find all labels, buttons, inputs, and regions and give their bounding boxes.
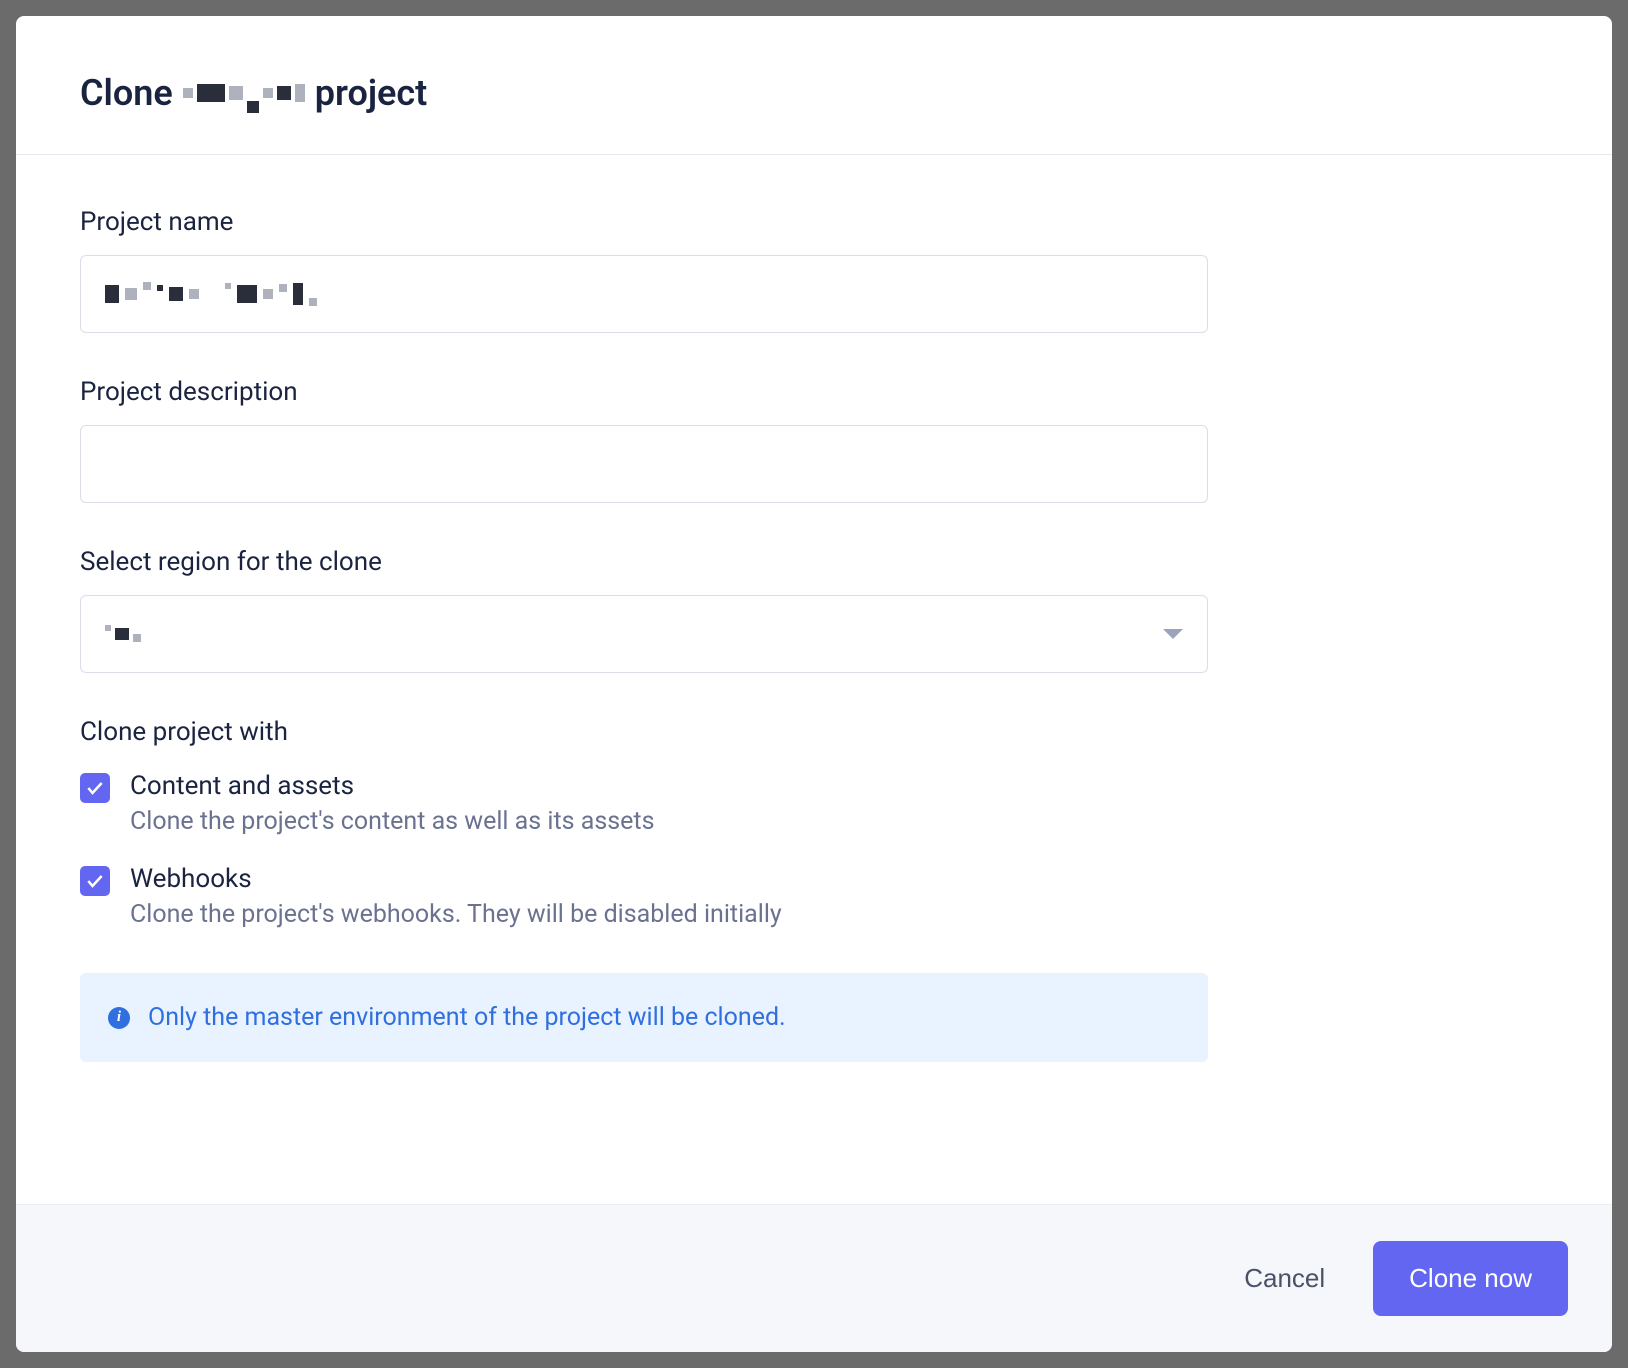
- checkbox-webhooks-text: Webhooks Clone the project's webhooks. T…: [130, 864, 1548, 929]
- region-group: Select region for the clone: [80, 547, 1548, 673]
- project-description-group: Project description: [80, 377, 1548, 503]
- project-name-label: Project name: [80, 207, 1548, 237]
- chevron-down-icon: [1163, 629, 1183, 639]
- check-icon: [85, 778, 105, 798]
- cancel-button[interactable]: Cancel: [1224, 1247, 1345, 1310]
- title-suffix: project: [315, 72, 428, 114]
- info-text: Only the master environment of the proje…: [148, 1003, 786, 1032]
- checkbox-webhooks-box[interactable]: [80, 866, 110, 896]
- checkbox-content-assets-box[interactable]: [80, 773, 110, 803]
- info-icon: i: [108, 1007, 130, 1029]
- checkbox-description: Clone the project's webhooks. They will …: [130, 900, 1548, 929]
- checkbox-content-assets: Content and assets Clone the project's c…: [80, 771, 1548, 836]
- clone-with-section: Clone project with Content and assets Cl…: [80, 717, 1548, 929]
- checkbox-label: Content and assets: [130, 771, 1548, 801]
- modal-body: Project name: [16, 155, 1612, 1204]
- check-icon: [85, 871, 105, 891]
- clone-project-modal: Clone project Project name: [16, 16, 1612, 1352]
- modal-header: Clone project: [16, 16, 1612, 155]
- project-description-label: Project description: [80, 377, 1548, 407]
- redacted-region-value: [105, 628, 141, 640]
- checkbox-description: Clone the project's content as well as i…: [130, 807, 1548, 836]
- redacted-input-value: [105, 283, 317, 305]
- region-select[interactable]: [80, 595, 1208, 673]
- checkbox-label: Webhooks: [130, 864, 1548, 894]
- checkbox-content-assets-text: Content and assets Clone the project's c…: [130, 771, 1548, 836]
- clone-with-heading: Clone project with: [80, 717, 1548, 747]
- checkbox-webhooks: Webhooks Clone the project's webhooks. T…: [80, 864, 1548, 929]
- clone-now-button[interactable]: Clone now: [1373, 1241, 1568, 1316]
- project-description-input[interactable]: [80, 425, 1208, 503]
- project-name-group: Project name: [80, 207, 1548, 333]
- modal-footer: Cancel Clone now: [16, 1204, 1612, 1352]
- title-prefix: Clone: [80, 72, 173, 114]
- info-banner: i Only the master environment of the pro…: [80, 973, 1208, 1062]
- project-name-input[interactable]: [80, 255, 1208, 333]
- region-label: Select region for the clone: [80, 547, 1548, 577]
- modal-title: Clone project: [80, 72, 1548, 114]
- redacted-project-name: [183, 84, 305, 102]
